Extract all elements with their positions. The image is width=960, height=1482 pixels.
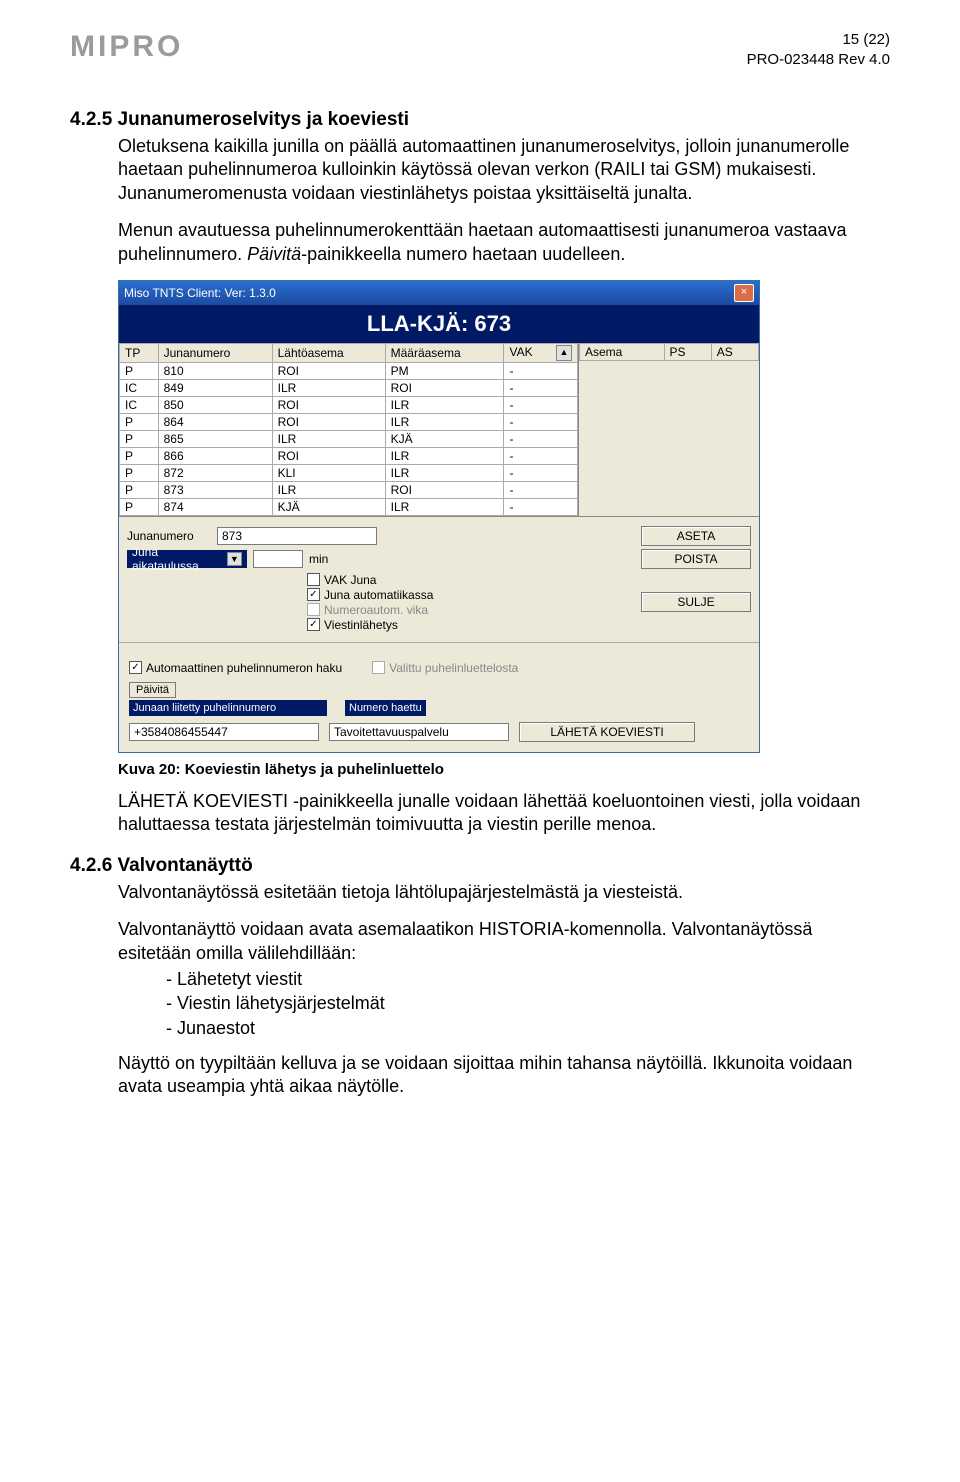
low-panel: ✓Automaattinen puhelinnumeron haku Valit…: [119, 642, 759, 752]
table-row[interactable]: IC849ILRROI-: [120, 379, 578, 396]
right-table-wrap: Asema PS AS: [579, 343, 759, 516]
chk-valittu-luettelo: Valittu puhelinluettelosta: [372, 661, 518, 675]
page-number: 15 (22): [747, 30, 890, 50]
close-icon[interactable]: ×: [734, 284, 754, 302]
col-vak[interactable]: VAK▲: [504, 343, 578, 362]
col-maaraasema[interactable]: Määräasema: [385, 343, 504, 362]
table-row[interactable]: P810ROIPM-: [120, 362, 578, 379]
section-425-p2c: -painikkeella numero haetaan uudelleen.: [301, 244, 625, 264]
min-input[interactable]: [253, 550, 303, 568]
col-tp[interactable]: TP: [120, 343, 159, 362]
col-ps[interactable]: PS: [664, 343, 711, 360]
chk-vak-juna[interactable]: VAK Juna: [307, 573, 433, 587]
table-row[interactable]: P866ROIILR-: [120, 447, 578, 464]
trains-table-wrap: TP Junanumero Lähtöasema Määräasema VAK▲…: [119, 343, 579, 516]
col-asema[interactable]: Asema: [580, 343, 665, 360]
junanumero-input[interactable]: [217, 527, 377, 545]
figure-20: Miso TNTS Client: Ver: 1.3.0 × LLA-KJÄ: …: [70, 280, 890, 753]
min-label: min: [309, 552, 328, 566]
aseta-button[interactable]: ASETA: [641, 526, 751, 546]
phone-number-field[interactable]: [129, 723, 319, 741]
table-row[interactable]: P865ILRKJÄ-: [120, 430, 578, 447]
window-banner: LLA-KJÄ: 673: [119, 305, 759, 343]
table-row[interactable]: P874KJÄILR-: [120, 498, 578, 515]
section-426-p3: Näyttö on tyypiltään kelluva ja se voida…: [70, 1052, 890, 1099]
table-row[interactable]: P873ILRROI-: [120, 481, 578, 498]
section-425-p1: Oletuksena kaikilla junilla on päällä au…: [70, 135, 890, 205]
app-window: Miso TNTS Client: Ver: 1.3.0 × LLA-KJÄ: …: [118, 280, 760, 753]
table-row[interactable]: P864ROIILR-: [120, 413, 578, 430]
poista-button[interactable]: POISTA: [641, 549, 751, 569]
after-figure-paragraph: LÄHETÄ KOEVIESTI -painikkeella junalle v…: [70, 790, 890, 837]
window-title: Miso TNTS Client: Ver: 1.3.0: [124, 286, 276, 300]
laheta-koeviesti-button[interactable]: LÄHETÄ KOEVIESTI: [519, 722, 695, 742]
page-header: MIPRO 15 (22) PRO-023448 Rev 4.0: [70, 30, 890, 69]
paivita-button[interactable]: Päivitä: [129, 682, 176, 698]
scroll-up-icon[interactable]: ▲: [556, 345, 572, 361]
grid-area: TP Junanumero Lähtöasema Määräasema VAK▲…: [119, 343, 759, 517]
right-table: Asema PS AS: [579, 343, 759, 361]
sulje-button[interactable]: SULJE: [641, 592, 751, 612]
chevron-down-icon: ▼: [227, 552, 242, 566]
table-header-row: TP Junanumero Lähtöasema Määräasema VAK▲: [120, 343, 578, 362]
chk-viestinlahetys[interactable]: ✓Viestinlähetys: [307, 618, 433, 632]
paivita-word: Päivitä: [247, 244, 301, 264]
section-425-p2: Menun avautuessa puhelinnumerokenttään h…: [70, 219, 890, 266]
chk-juna-autom[interactable]: ✓Juna automatiikassa: [307, 588, 433, 602]
list-item: Viestin lähetysjärjestelmät: [70, 991, 890, 1015]
figure-20-caption: Kuva 20: Koeviestin lähetys ja puhelinlu…: [70, 761, 890, 778]
col-as[interactable]: AS: [711, 343, 758, 360]
table-header-row: Asema PS AS: [580, 343, 759, 360]
trains-table: TP Junanumero Lähtöasema Määräasema VAK▲…: [119, 343, 578, 516]
tavoitettavuus-field[interactable]: [329, 723, 509, 741]
label-liitetty-puh: Junaan liitetty puhelinnumero: [129, 700, 327, 716]
chk-auto-puh-haku[interactable]: ✓Automaattinen puhelinnumeron haku: [129, 661, 342, 675]
status-dropdown-text: Juna aikataulussa: [132, 545, 223, 573]
table-row[interactable]: IC850ROIILR-: [120, 396, 578, 413]
mid-panel: Junanumero ASETA Juna aikataulussa▼ min …: [119, 517, 759, 642]
section-426-bullets: Lähetetyt viestit Viestin lähetysjärjest…: [70, 967, 890, 1040]
list-item: Junaestot: [70, 1016, 890, 1040]
junanumero-label: Junanumero: [127, 529, 217, 543]
logo: MIPRO: [70, 30, 183, 64]
section-425-title: 4.2.5 Junanumeroselvitys ja koeviesti: [70, 109, 890, 131]
section-426-p1: Valvontanäytössä esitetään tietoja lähtö…: [70, 881, 890, 904]
col-junanumero[interactable]: Junanumero: [158, 343, 272, 362]
doc-reference: PRO-023448 Rev 4.0: [747, 50, 890, 70]
window-titlebar[interactable]: Miso TNTS Client: Ver: 1.3.0 ×: [119, 281, 759, 305]
col-lahtoasema[interactable]: Lähtöasema: [272, 343, 385, 362]
label-numero-haettu: Numero haettu: [345, 700, 426, 716]
list-item: Lähetetyt viestit: [70, 967, 890, 991]
section-426-title: 4.2.6 Valvontanäyttö: [70, 855, 890, 877]
section-426-p2: Valvontanäyttö voidaan avata asemalaatik…: [70, 918, 890, 965]
chk-numero-vika: Numeroautom. vika: [307, 603, 433, 617]
table-row[interactable]: P872KLIILR-: [120, 464, 578, 481]
status-dropdown[interactable]: Juna aikataulussa▼: [127, 550, 247, 568]
header-right: 15 (22) PRO-023448 Rev 4.0: [747, 30, 890, 69]
